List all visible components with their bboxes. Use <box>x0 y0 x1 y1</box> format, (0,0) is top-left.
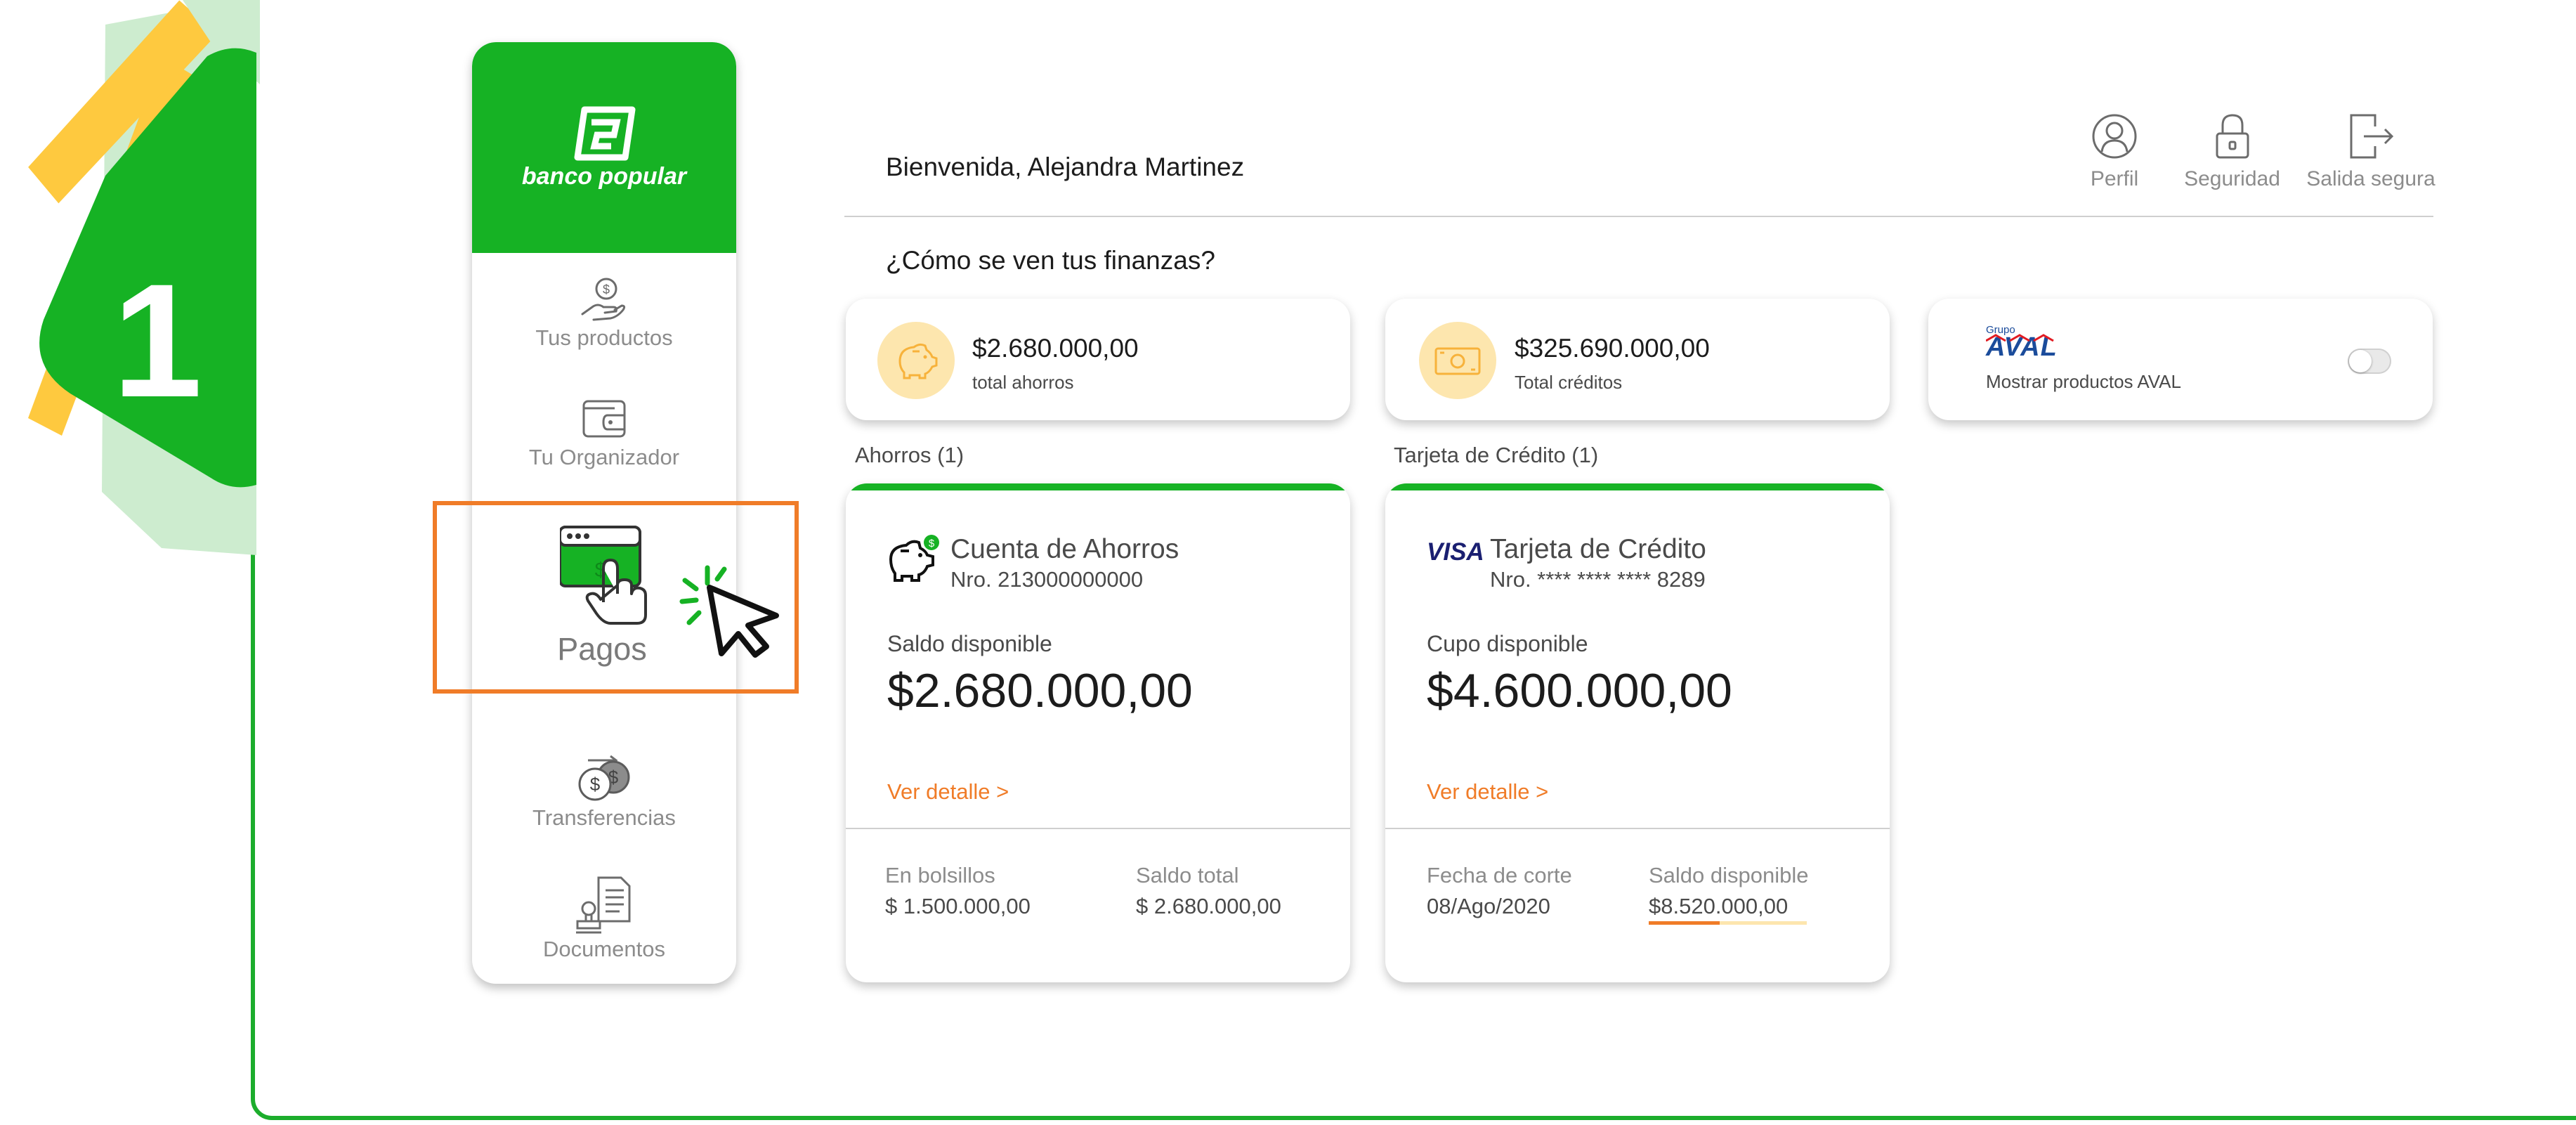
footer-label: En bolsillos <box>885 863 995 887</box>
logo-text: banco popular <box>521 163 687 190</box>
logo-panel: banco popular <box>472 42 736 253</box>
aval-logo-accent-icon <box>1986 334 2054 342</box>
visa-logo: VISA <box>1427 538 1484 566</box>
card-top-accent <box>1385 483 1890 490</box>
svg-text:$: $ <box>929 538 935 550</box>
available-label: Cupo disponible <box>1427 631 1588 656</box>
ver-detalle-link[interactable]: Ver detalle > <box>887 779 1009 805</box>
savings-icon-circle <box>877 322 955 399</box>
summary-card-credits[interactable]: $325.690.000,00 Total créditos <box>1385 299 1890 420</box>
header-profile-button[interactable]: Perfil <box>2072 112 2157 191</box>
lock-icon <box>2216 114 2249 159</box>
available-amount: $2.680.000,00 <box>887 664 1193 717</box>
footer-label: Saldo disponible <box>1649 863 1809 887</box>
svg-text:$: $ <box>590 774 601 795</box>
header-divider <box>844 216 2433 217</box>
card-divider <box>846 828 1350 829</box>
summary-card-savings[interactable]: $2.680.000,00 total ahorros <box>846 299 1350 420</box>
summary-amount: $2.680.000,00 <box>972 334 1139 363</box>
aval-card: Grupo AVAL Mostrar productos AVAL <box>1928 299 2433 420</box>
svg-text:$: $ <box>603 282 610 297</box>
sidebar-item-tu-organizador[interactable]: Tu Organizador <box>472 397 736 470</box>
sidebar-item-label: Transferencias <box>532 805 676 830</box>
banknote-icon <box>1434 347 1481 375</box>
account-number: Nro. 213000000000 <box>950 567 1144 592</box>
card-top-accent <box>846 483 1350 490</box>
credit-section-title: Tarjeta de Crédito (1) <box>1394 443 1599 467</box>
sidebar-item-transferencias[interactable]: $ $ Transferencias <box>472 752 736 831</box>
account-name: Tarjeta de Crédito <box>1490 534 1706 564</box>
footer-value: $ 1.500.000,00 <box>885 894 1031 918</box>
logout-icon <box>2350 114 2394 159</box>
piggy-bank-icon: $ <box>889 535 939 582</box>
header-action-label: Seguridad <box>2184 167 2280 190</box>
usage-bar-track <box>1649 921 1807 925</box>
summary-label: total ahorros <box>972 372 1074 393</box>
account-number: Nro. **** **** **** 8289 <box>1490 567 1706 592</box>
header-action-label: Perfil <box>2090 167 2139 190</box>
footer-value: $8.520.000,00 <box>1649 894 1789 918</box>
hand-coin-icon: $ <box>581 278 626 321</box>
piggy-bank-icon <box>898 343 938 379</box>
savings-account-card[interactable]: $ Cuenta de Ahorros Nro. 213000000000 Sa… <box>846 483 1350 982</box>
finances-question: ¿Cómo se ven tus finanzas? <box>886 246 1215 275</box>
summary-amount: $325.690.000,00 <box>1515 334 1710 363</box>
aval-label: Mostrar productos AVAL <box>1986 371 2181 392</box>
footer-label: Saldo total <box>1136 863 1239 887</box>
account-name: Cuenta de Ahorros <box>950 534 1179 564</box>
coins-exchange-icon: $ $ <box>578 755 630 801</box>
sidebar-item-label: Tu Organizador <box>528 445 680 469</box>
sidebar-item-tus-productos[interactable]: $ Tus productos <box>472 276 736 351</box>
step-number: 1 <box>112 250 202 431</box>
aval-toggle-knob <box>2349 350 2372 372</box>
banco-popular-logo-icon <box>574 106 636 161</box>
summary-label: Total créditos <box>1515 372 1623 393</box>
documents-stamp-icon <box>576 876 631 934</box>
click-cursor-icon <box>679 565 779 658</box>
savings-section-title: Ahorros (1) <box>855 443 965 467</box>
wallet-icon <box>582 400 626 438</box>
footer-label: Fecha de corte <box>1427 863 1572 887</box>
user-icon <box>2092 114 2137 159</box>
payment-tap-icon: $ <box>560 526 647 625</box>
available-amount: $4.600.000,00 <box>1427 664 1732 717</box>
aval-toggle[interactable] <box>2348 349 2391 374</box>
welcome-text: Bienvenida, Alejandra Martinez <box>886 152 1245 181</box>
sidebar-item-documentos[interactable]: Documentos <box>472 875 736 962</box>
sidebar-item-label: Tus productos <box>535 325 673 350</box>
footer-value: $ 2.680.000,00 <box>1136 894 1281 918</box>
header-action-label: Salida segura <box>2306 167 2436 190</box>
header-security-button[interactable]: Seguridad <box>2178 112 2287 191</box>
credits-icon-circle <box>1419 322 1496 399</box>
credit-card-card[interactable]: VISA Tarjeta de Crédito Nro. **** **** *… <box>1385 483 1890 982</box>
usage-bar-fill <box>1649 921 1720 925</box>
available-label: Saldo disponible <box>887 631 1052 656</box>
header-logout-button[interactable]: Salida segura <box>2304 112 2438 191</box>
sidebar-item-label: Documentos <box>542 937 666 961</box>
footer-value: 08/Ago/2020 <box>1427 894 1550 918</box>
ver-detalle-link[interactable]: Ver detalle > <box>1427 779 1548 805</box>
card-divider <box>1385 828 1890 829</box>
